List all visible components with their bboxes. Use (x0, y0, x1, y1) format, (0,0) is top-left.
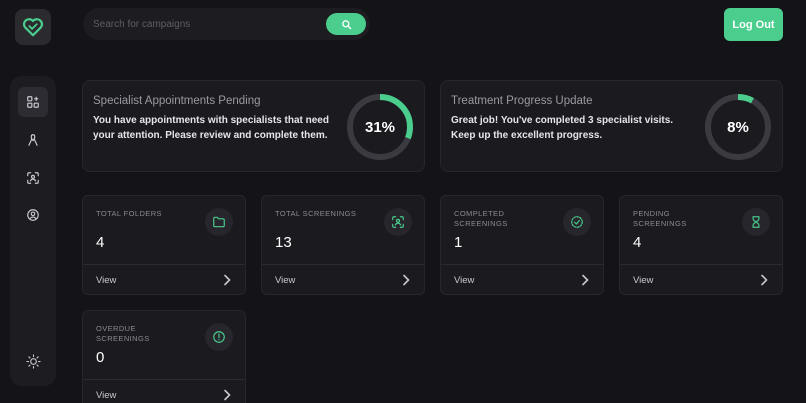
progress-percent: 31% (364, 118, 396, 136)
app-logo[interactable] (15, 9, 51, 45)
stat-card-total-folders: Total Folders 4 View (82, 195, 246, 295)
stat-label: Completed Screenings (454, 209, 508, 228)
progress-percent: 8% (727, 118, 749, 136)
chevron-right-icon[interactable] (222, 389, 232, 401)
stat-label: Total Screenings (275, 209, 357, 218)
sidebar-item-ribbon[interactable] (18, 125, 48, 155)
stat-icon-badge (205, 208, 233, 236)
sidebar (10, 76, 56, 386)
stat-value: 4 (96, 234, 105, 251)
scan-icon (27, 172, 39, 184)
divider (83, 379, 245, 380)
stat-icon-badge (563, 208, 591, 236)
sidebar-item-scan[interactable] (18, 163, 48, 193)
view-link[interactable]: View (454, 275, 474, 286)
divider (441, 264, 603, 265)
theme-toggle[interactable] (18, 346, 48, 376)
logout-button[interactable]: Log Out (724, 8, 783, 41)
sidebar-item-dashboard[interactable] (18, 87, 48, 117)
chevron-right-icon[interactable] (580, 274, 590, 286)
heart-logo-icon (22, 18, 44, 37)
search-icon (341, 19, 351, 29)
progress-ring: 8% (703, 92, 773, 162)
check-badge-icon (571, 216, 583, 228)
stat-value: 1 (454, 234, 463, 251)
stat-value: 13 (275, 234, 292, 251)
profile-icon (27, 209, 39, 221)
stat-label: Overdue Screenings (96, 324, 150, 343)
banner-title: Treatment Progress Update (451, 95, 593, 107)
divider (83, 264, 245, 265)
search-bar (83, 8, 370, 40)
stat-label: Pending Screenings (633, 209, 687, 228)
progress-ring: 31% (345, 92, 415, 162)
stat-card-pending-screenings: Pending Screenings 4 View (619, 195, 783, 295)
stat-label: Total Folders (96, 209, 162, 218)
stat-value: 4 (633, 234, 642, 251)
stat-icon-badge (384, 208, 412, 236)
stat-card-completed-screenings: Completed Screenings 1 View (440, 195, 604, 295)
view-link[interactable]: View (96, 275, 116, 286)
stat-icon-badge (742, 208, 770, 236)
search-input[interactable] (83, 8, 326, 40)
chevron-right-icon[interactable] (759, 274, 769, 286)
treatment-progress-card: Treatment Progress Update Great job! You… (440, 80, 783, 172)
view-link[interactable]: View (633, 275, 653, 286)
dashboard-icon (27, 96, 39, 108)
divider (262, 264, 424, 265)
sun-icon (25, 353, 41, 369)
folder-icon (213, 216, 225, 228)
search-button[interactable] (326, 13, 366, 35)
stat-card-overdue-screenings: Overdue Screenings 0 View (82, 310, 246, 403)
stat-card-total-screenings: Total Screenings 13 View (261, 195, 425, 295)
view-link[interactable]: View (275, 275, 295, 286)
scan-icon (392, 216, 404, 228)
stat-icon-badge (205, 323, 233, 351)
divider (620, 264, 782, 265)
ribbon-icon (28, 134, 38, 146)
sidebar-item-profile[interactable] (18, 200, 48, 230)
alert-icon (213, 331, 225, 343)
stat-value: 0 (96, 349, 105, 366)
hourglass-icon (752, 216, 760, 228)
banner-description: Great job! You've completed 3 specialist… (451, 115, 674, 141)
view-link[interactable]: View (96, 390, 116, 401)
banner-title: Specialist Appointments Pending (93, 95, 261, 107)
banner-description: You have appointments with specialists t… (93, 115, 329, 141)
dashboard-page: Log Out (0, 0, 806, 403)
chevron-right-icon[interactable] (401, 274, 411, 286)
appointments-pending-card: Specialist Appointments Pending You have… (82, 80, 425, 172)
chevron-right-icon[interactable] (222, 274, 232, 286)
